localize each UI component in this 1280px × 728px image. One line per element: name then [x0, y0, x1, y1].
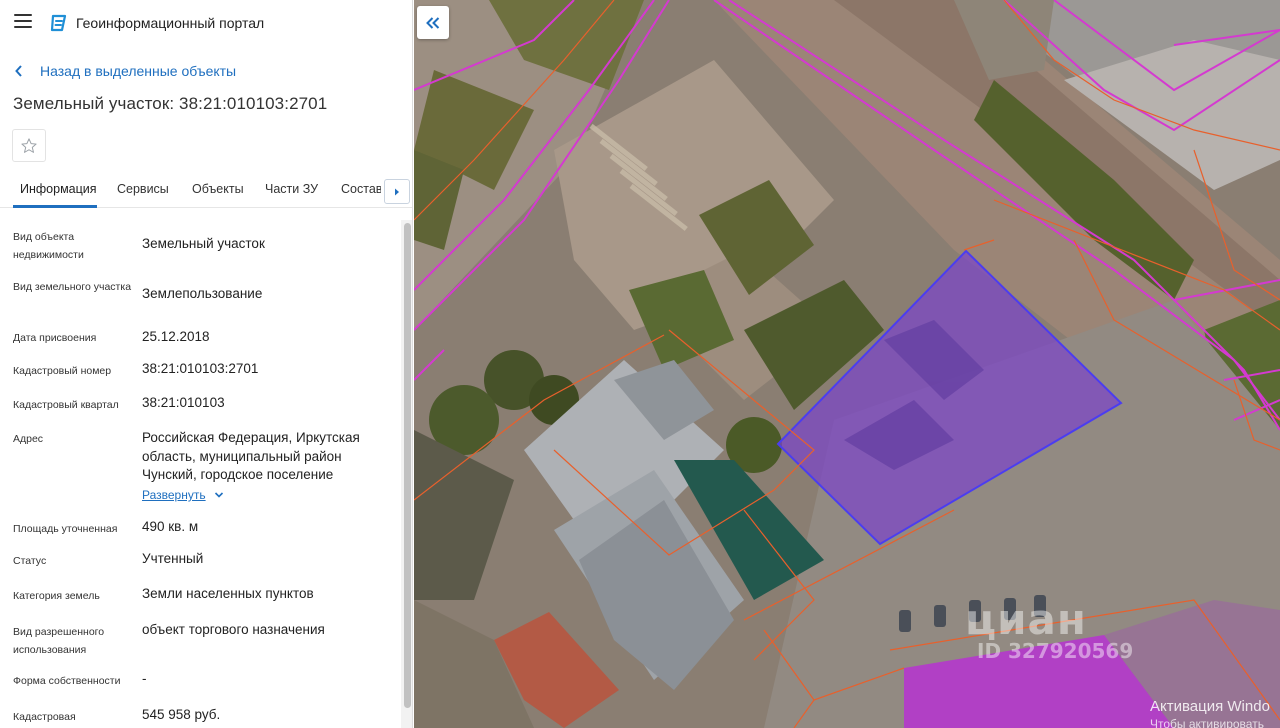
tab-services[interactable]: Сервисы — [117, 182, 169, 196]
side-panel: Геоинформационный портал Назад в выделен… — [0, 0, 413, 728]
chevron-down-icon — [214, 492, 223, 498]
info-value: Земли населенных пунктов — [142, 586, 314, 601]
watermark-brand: циан — [965, 595, 1087, 644]
info-value: 38:21:010103:2701 — [142, 361, 259, 376]
info-label: Кадастровый квартал — [13, 399, 119, 411]
info-list: Вид объекта недвижимости Земельный участ… — [0, 220, 400, 728]
satellite-map[interactable] — [414, 0, 1280, 728]
back-link-label: Назад в выделенные объекты — [40, 63, 237, 79]
info-label: Адрес — [13, 433, 44, 445]
active-tab-indicator — [13, 205, 97, 208]
windows-activation-hint: Чтобы активировать — [1150, 717, 1264, 728]
info-label: Кадастровая — [13, 711, 76, 723]
info-label: Вид земельного участка — [13, 281, 132, 293]
info-label: Дата присвоения — [13, 332, 97, 344]
scrollbar-thumb[interactable] — [404, 223, 411, 708]
info-value: 38:21:010103 — [142, 395, 225, 410]
back-to-selected-link[interactable]: Назад в выделенные объекты — [14, 61, 236, 81]
star-icon — [21, 137, 37, 153]
info-label: Статус — [13, 555, 47, 567]
info-value: 545 958 руб. — [142, 707, 221, 722]
info-value: объект торгового назначения — [142, 622, 325, 637]
expand-address-link[interactable]: Развернуть — [142, 488, 224, 502]
info-value: Землепользование — [142, 286, 263, 301]
tab-parts[interactable]: Части ЗУ — [265, 182, 318, 196]
tab-bar: Информация Сервисы Объекты Части ЗУ Сост… — [0, 174, 412, 208]
page-title: Земельный участок: 38:21:010103:2701 — [13, 94, 328, 113]
windows-activation-notice: Активация Windo — [1150, 698, 1270, 715]
info-label: Вид разрешенного использования — [13, 626, 105, 656]
watermark-id: ID 327920569 — [977, 639, 1134, 663]
menu-icon[interactable] — [14, 14, 32, 30]
tab-objects[interactable]: Объекты — [192, 182, 244, 196]
info-label: Площадь уточненная — [13, 523, 118, 535]
info-label: Кадастровый номер — [13, 365, 112, 377]
collapse-panel-button[interactable] — [417, 6, 449, 39]
chevron-left-icon — [15, 65, 22, 77]
tab-composition[interactable]: Состав — [341, 182, 381, 196]
double-chevron-left-icon — [426, 16, 440, 29]
info-scrollbar[interactable] — [401, 220, 412, 728]
info-label: Вид объекта недвижимости — [13, 231, 84, 261]
info-value: Земельный участок — [142, 236, 265, 251]
info-value: - — [142, 671, 147, 686]
info-value: Учтенный — [142, 551, 204, 566]
app-title: Геоинформационный портал — [76, 15, 265, 31]
caret-right-icon — [395, 188, 399, 195]
portal-logo-icon — [50, 14, 67, 32]
info-value: 490 кв. м — [142, 519, 199, 534]
tab-information[interactable]: Информация — [20, 182, 97, 196]
expand-label: Развернуть — [142, 488, 206, 502]
info-value: 25.12.2018 — [142, 329, 210, 344]
map-view[interactable] — [414, 0, 1280, 728]
info-value: Российская Федерация, Иркутская область,… — [142, 430, 360, 482]
info-label: Категория земель — [13, 590, 100, 602]
tabs-scroll-right-button[interactable] — [384, 179, 410, 204]
top-bar: Геоинформационный портал — [0, 0, 412, 46]
favorite-button[interactable] — [12, 129, 46, 162]
info-label: Форма собственности — [13, 675, 121, 687]
